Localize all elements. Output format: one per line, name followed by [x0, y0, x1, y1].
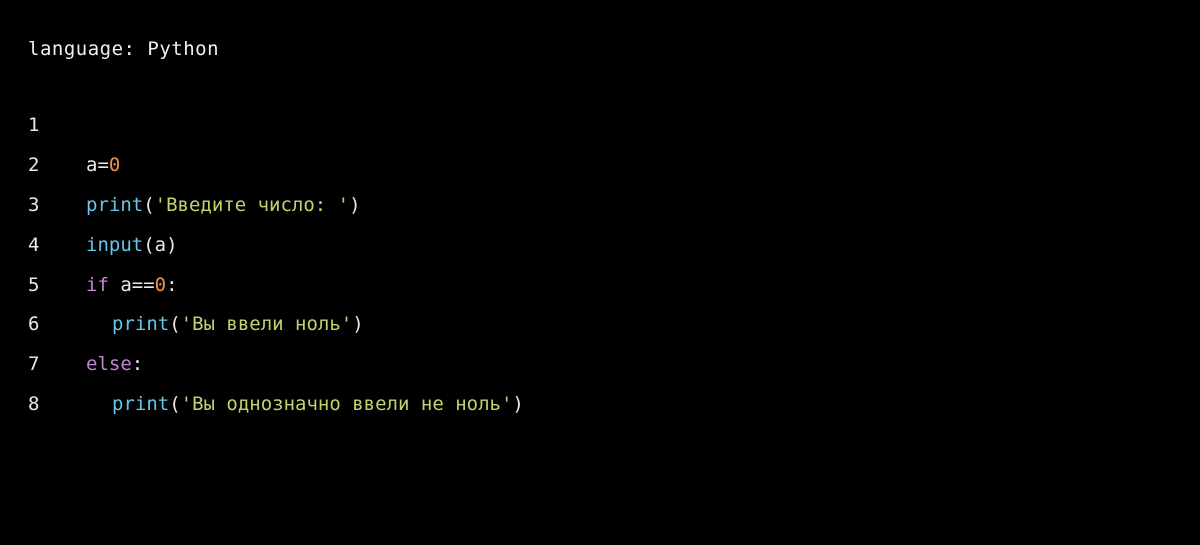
token-string: 'Введите число: ' — [155, 194, 349, 216]
line-number: 3 — [28, 186, 86, 226]
code-content: input(a) — [86, 226, 178, 266]
code-content: if a==0: — [86, 266, 178, 306]
code-content: else: — [86, 345, 143, 385]
token-punct: (a) — [143, 234, 177, 256]
line-number: 2 — [28, 146, 86, 186]
language-value: Python — [147, 38, 219, 60]
token-keyword: else — [86, 353, 132, 375]
line-number: 6 — [28, 305, 86, 345]
code-line: 7else: — [28, 345, 1172, 385]
code-line: 4input(a) — [28, 226, 1172, 266]
code-line: 2a=0 — [28, 146, 1172, 186]
language-header: language: Python — [28, 38, 1172, 60]
code-line: 6print('Вы ввели ноль') — [28, 305, 1172, 345]
token-func: print — [86, 194, 143, 216]
token-default: a= — [86, 154, 109, 176]
code-line: 5if a==0: — [28, 266, 1172, 306]
code-line: 8print('Вы однозначно ввели не ноль') — [28, 385, 1172, 425]
line-number: 8 — [28, 385, 86, 425]
token-default: a== — [109, 274, 155, 296]
token-punct: ) — [349, 194, 360, 216]
token-punct: ( — [143, 194, 154, 216]
code-content: print('Вы ввели ноль') — [86, 305, 364, 345]
token-punct: : — [132, 353, 143, 375]
code-block: 12a=03print('Введите число: ')4input(a)5… — [28, 106, 1172, 425]
token-func: print — [112, 313, 169, 335]
token-number: 0 — [109, 154, 120, 176]
token-keyword: if — [86, 274, 109, 296]
code-content: print('Введите число: ') — [86, 186, 361, 226]
code-content: print('Вы однозначно ввели не ноль') — [86, 385, 524, 425]
language-label: language: — [28, 38, 135, 60]
code-line: 1 — [28, 106, 1172, 146]
line-number: 7 — [28, 345, 86, 385]
token-punct: ( — [169, 393, 180, 415]
token-punct: ) — [352, 313, 363, 335]
token-func: input — [86, 234, 143, 256]
token-punct: ( — [169, 313, 180, 335]
line-number: 4 — [28, 226, 86, 266]
token-number: 0 — [155, 274, 166, 296]
line-number: 5 — [28, 266, 86, 306]
code-content: a=0 — [86, 146, 120, 186]
token-string: 'Вы ввели ноль' — [181, 313, 353, 335]
token-func: print — [112, 393, 169, 415]
line-number: 1 — [28, 106, 86, 146]
token-string: 'Вы однозначно ввели не ноль' — [181, 393, 513, 415]
code-line: 3print('Введите число: ') — [28, 186, 1172, 226]
token-punct: : — [166, 274, 177, 296]
token-punct: ) — [512, 393, 523, 415]
